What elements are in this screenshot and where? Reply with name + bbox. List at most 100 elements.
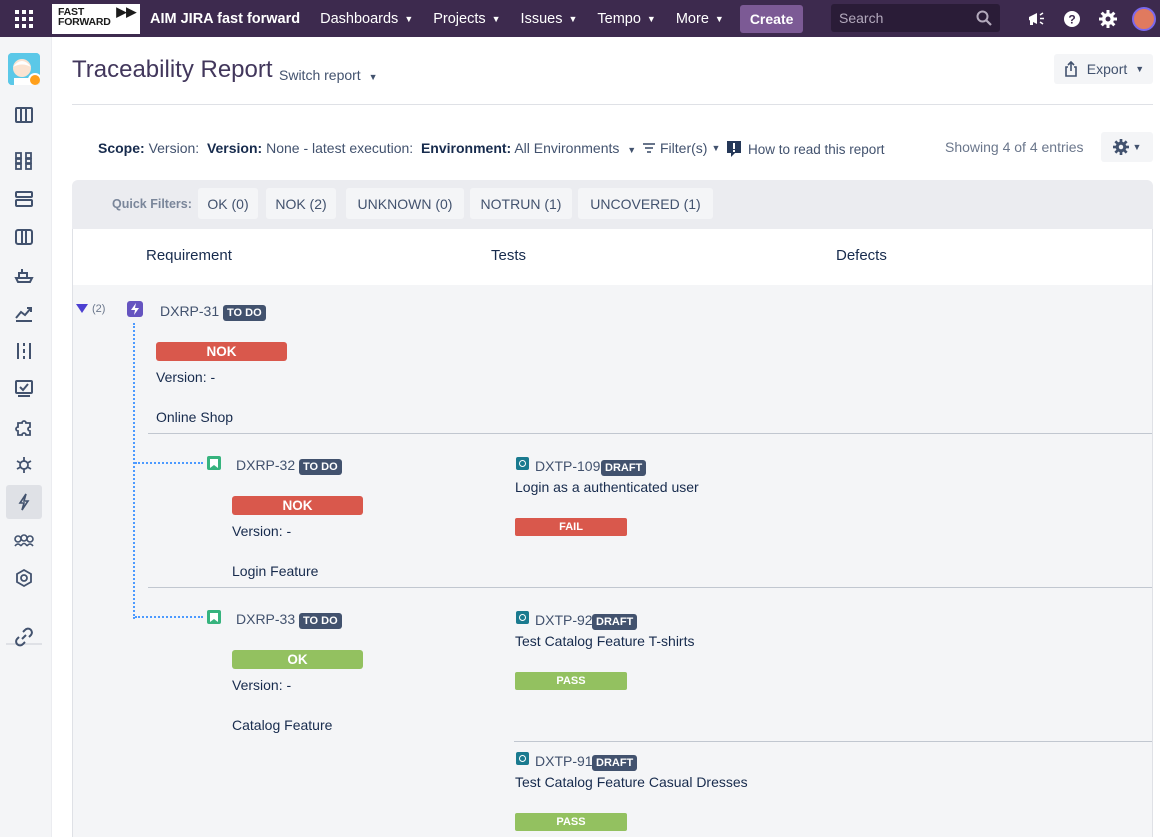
chevron-down-icon: ▼ bbox=[714, 13, 724, 24]
page-title: Traceability Report bbox=[72, 56, 273, 83]
test-result-badge: FAIL bbox=[515, 518, 627, 536]
epic-icon bbox=[127, 301, 143, 317]
search-input[interactable]: Search bbox=[831, 4, 1000, 32]
test-key-link[interactable]: DXTP-109 bbox=[535, 458, 600, 474]
chevron-down-icon: ▼ bbox=[1135, 64, 1145, 74]
help-icon[interactable]: ? bbox=[1054, 0, 1090, 37]
columns-icon[interactable] bbox=[6, 220, 42, 254]
nav-more[interactable]: More ▼ bbox=[676, 11, 724, 27]
chevron-down-icon: ▼ bbox=[404, 13, 414, 24]
status-lozenge: TO DO bbox=[299, 459, 342, 475]
quick-filter-ok[interactable]: OK (0) bbox=[198, 188, 258, 219]
test-result-badge: PASS bbox=[515, 672, 627, 690]
environment-label: Environment: bbox=[420, 140, 512, 156]
board-icon[interactable] bbox=[6, 98, 42, 132]
status-lozenge: DRAFT bbox=[592, 755, 638, 771]
reports-icon[interactable] bbox=[6, 296, 42, 330]
version-label: Version: bbox=[206, 140, 263, 156]
settings-hex-icon[interactable] bbox=[6, 561, 42, 595]
header-divider bbox=[72, 104, 1153, 105]
quick-filters-bar: Quick Filters: OK (0) NOK (2) UNKNOWN (0… bbox=[72, 180, 1153, 229]
requirement-key-link[interactable]: DXRP-31 bbox=[160, 303, 219, 319]
ship-icon[interactable] bbox=[6, 258, 42, 292]
child-count: (2) bbox=[92, 303, 106, 315]
notifications-megaphone-icon[interactable] bbox=[1018, 0, 1054, 37]
project-badge-icon bbox=[28, 73, 40, 85]
nav-issues[interactable]: Issues ▼ bbox=[521, 11, 578, 27]
project-sidebar bbox=[0, 37, 52, 837]
project-avatar[interactable] bbox=[8, 53, 40, 85]
test-summary: Test Catalog Feature Casual Dresses bbox=[515, 774, 748, 790]
test-icon bbox=[516, 457, 529, 470]
site-logo[interactable]: FAST FORWARD ▶▶ bbox=[52, 3, 140, 34]
link-icon[interactable] bbox=[6, 620, 42, 654]
requirement-version: Version: - bbox=[232, 677, 292, 693]
user-avatar[interactable] bbox=[1126, 0, 1160, 37]
tree-connector-vertical bbox=[133, 323, 135, 619]
search-placeholder: Search bbox=[839, 10, 884, 26]
app-switcher-icon[interactable] bbox=[0, 0, 48, 37]
row-divider bbox=[148, 587, 1152, 588]
svg-text:?: ? bbox=[1068, 12, 1075, 26]
story-icon bbox=[207, 456, 221, 470]
requirement-summary: Login Feature bbox=[232, 563, 319, 579]
nav-tempo-label: Tempo bbox=[597, 10, 641, 27]
teams-icon[interactable] bbox=[6, 523, 42, 557]
test-board-icon[interactable] bbox=[6, 372, 42, 406]
scope-value: Version: bbox=[148, 140, 200, 156]
nav-projects-label: Projects bbox=[433, 10, 486, 27]
export-button[interactable]: Export ▼ bbox=[1054, 54, 1153, 84]
scope-label: Scope: bbox=[98, 140, 145, 156]
nav-projects[interactable]: Projects ▼ bbox=[433, 11, 500, 27]
how-to-read-link[interactable]: How to read this report bbox=[726, 140, 885, 158]
requirement-result-badge: OK bbox=[232, 650, 363, 669]
filters-label: Filter(s) bbox=[660, 140, 708, 156]
traceability-icon[interactable] bbox=[6, 485, 42, 519]
fast-forward-icon: ▶▶ bbox=[116, 3, 136, 19]
requirement-summary: Catalog Feature bbox=[232, 717, 333, 733]
chevron-down-icon: ▼ bbox=[491, 13, 501, 24]
quick-filter-notrun[interactable]: NOTRUN (1) bbox=[470, 188, 572, 219]
requirement-version: Version: - bbox=[232, 523, 292, 539]
requirement-key-link[interactable]: DXRP-33 bbox=[236, 611, 295, 627]
test-summary: Test Catalog Feature T-shirts bbox=[515, 633, 695, 649]
components-icon[interactable] bbox=[6, 448, 42, 482]
apps-icon[interactable] bbox=[6, 144, 42, 178]
requirement-key-link[interactable]: DXRP-32 bbox=[236, 457, 295, 473]
test-icon bbox=[516, 611, 529, 624]
quick-filter-unknown[interactable]: UNKNOWN (0) bbox=[346, 188, 464, 219]
pipeline-icon[interactable] bbox=[6, 334, 42, 368]
report-settings-button[interactable]: ▼ bbox=[1101, 132, 1153, 162]
create-button[interactable]: Create bbox=[739, 4, 804, 33]
quick-filters-label: Quick Filters: bbox=[112, 197, 192, 211]
expand-toggle[interactable]: (2) bbox=[76, 303, 105, 315]
test-key-link[interactable]: DXTP-91 bbox=[535, 753, 593, 769]
entries-count: Showing 4 of 4 entries bbox=[945, 139, 1084, 155]
add-ons-icon[interactable] bbox=[6, 410, 42, 444]
how-to-read-label: How to read this report bbox=[748, 141, 885, 157]
backlog-icon[interactable] bbox=[6, 182, 42, 216]
test-summary: Login as a authenticated user bbox=[515, 479, 699, 495]
test-key-link[interactable]: DXTP-92 bbox=[535, 612, 593, 628]
requirement-summary: Online Shop bbox=[156, 409, 234, 425]
nav-tempo[interactable]: Tempo ▼ bbox=[597, 11, 655, 27]
info-comment-icon bbox=[727, 141, 741, 157]
nav-more-label: More bbox=[675, 10, 709, 27]
quick-filter-uncovered[interactable]: UNCOVERED (1) bbox=[578, 188, 713, 219]
test-icon bbox=[516, 752, 529, 765]
row-divider bbox=[148, 433, 1152, 434]
nav-dashboards[interactable]: Dashboards ▼ bbox=[320, 11, 413, 27]
filters-dropdown[interactable]: Filter(s) ▼ bbox=[642, 140, 720, 156]
scope-summary: Scope: Version: Version: None - latest e… bbox=[98, 140, 636, 156]
settings-gear-icon[interactable] bbox=[1090, 0, 1126, 37]
site-name[interactable]: AIM JIRA fast forward bbox=[150, 11, 300, 27]
export-icon bbox=[1064, 61, 1077, 77]
switch-report-dropdown[interactable]: Switch report ▼ bbox=[279, 67, 378, 83]
switch-report-label: Switch report bbox=[279, 67, 361, 83]
chevron-down-icon: ▼ bbox=[627, 145, 637, 155]
environment-dropdown[interactable]: All Environments ▼ bbox=[514, 140, 636, 156]
chevron-down-icon: ▼ bbox=[1132, 142, 1142, 152]
gear-icon bbox=[1112, 139, 1129, 155]
quick-filter-nok[interactable]: NOK (2) bbox=[266, 188, 336, 219]
column-defects: Defects bbox=[836, 247, 887, 264]
